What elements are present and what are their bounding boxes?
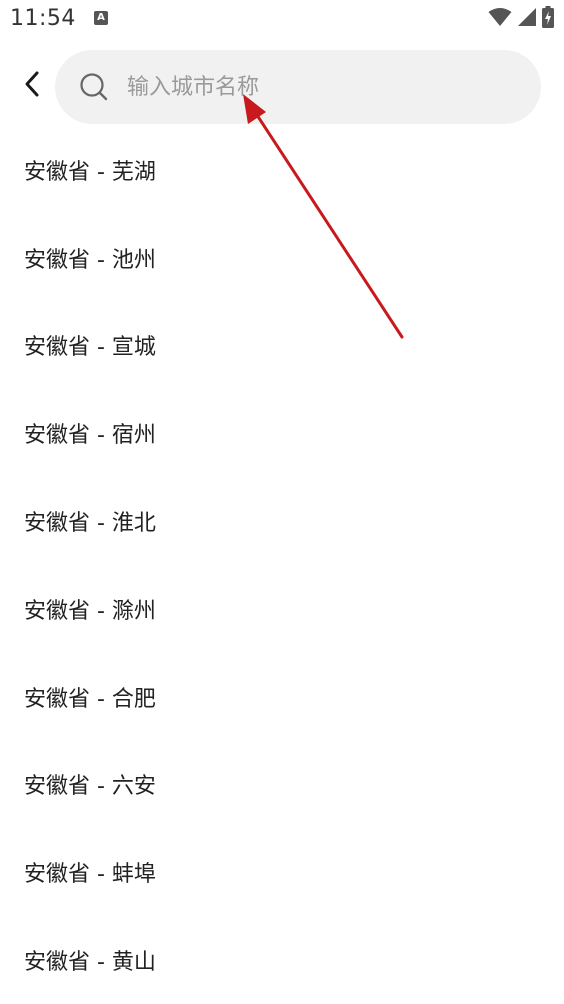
city-item-label: 安徽省 - 宿州: [24, 423, 156, 449]
status-icons: [488, 6, 554, 32]
city-item[interactable]: 安徽省 - 宿州: [0, 389, 564, 477]
city-item[interactable]: 安徽省 - 淮北: [0, 477, 564, 565]
city-item-label: 安徽省 - 蚌埠: [24, 862, 156, 888]
city-item[interactable]: 安徽省 - 蚌埠: [0, 828, 564, 916]
city-item-label: 安徽省 - 滁州: [24, 598, 156, 624]
back-button[interactable]: [14, 66, 50, 106]
city-item-label: 安徽省 - 合肥: [24, 686, 156, 712]
wifi-icon: [488, 7, 512, 31]
notification-a-icon: A: [94, 11, 108, 25]
city-item[interactable]: 安徽省 - 六安: [0, 741, 564, 829]
city-item[interactable]: 安徽省 - 池州: [0, 214, 564, 302]
search-box[interactable]: [55, 50, 541, 124]
status-bar: 11:54 A: [0, 0, 564, 38]
signal-icon: [517, 7, 537, 31]
city-item-label: 安徽省 - 淮北: [24, 511, 156, 537]
city-item-label: 安徽省 - 宣城: [24, 335, 156, 361]
city-item[interactable]: 安徽省 - 宣城: [0, 302, 564, 390]
city-item[interactable]: 安徽省 - 芜湖: [0, 126, 564, 214]
city-item-label: 安徽省 - 六安: [24, 774, 156, 800]
header: [0, 48, 564, 126]
status-time: 11:54: [10, 6, 76, 31]
city-item-label: 安徽省 - 黄山: [24, 950, 156, 976]
city-item[interactable]: 安徽省 - 合肥: [0, 653, 564, 741]
city-item[interactable]: 安徽省 - 黄山: [0, 916, 564, 1004]
city-item-label: 安徽省 - 芜湖: [24, 159, 156, 185]
city-item[interactable]: 安徽省 - 滁州: [0, 565, 564, 653]
chevron-left-icon: [22, 70, 42, 102]
search-input[interactable]: [125, 73, 509, 101]
city-item-label: 安徽省 - 池州: [24, 247, 156, 273]
city-list: 安徽省 - 芜湖 安徽省 - 池州 安徽省 - 宣城 安徽省 - 宿州 安徽省 …: [0, 126, 564, 1004]
battery-charging-icon: [542, 6, 554, 32]
search-icon: [79, 72, 109, 102]
